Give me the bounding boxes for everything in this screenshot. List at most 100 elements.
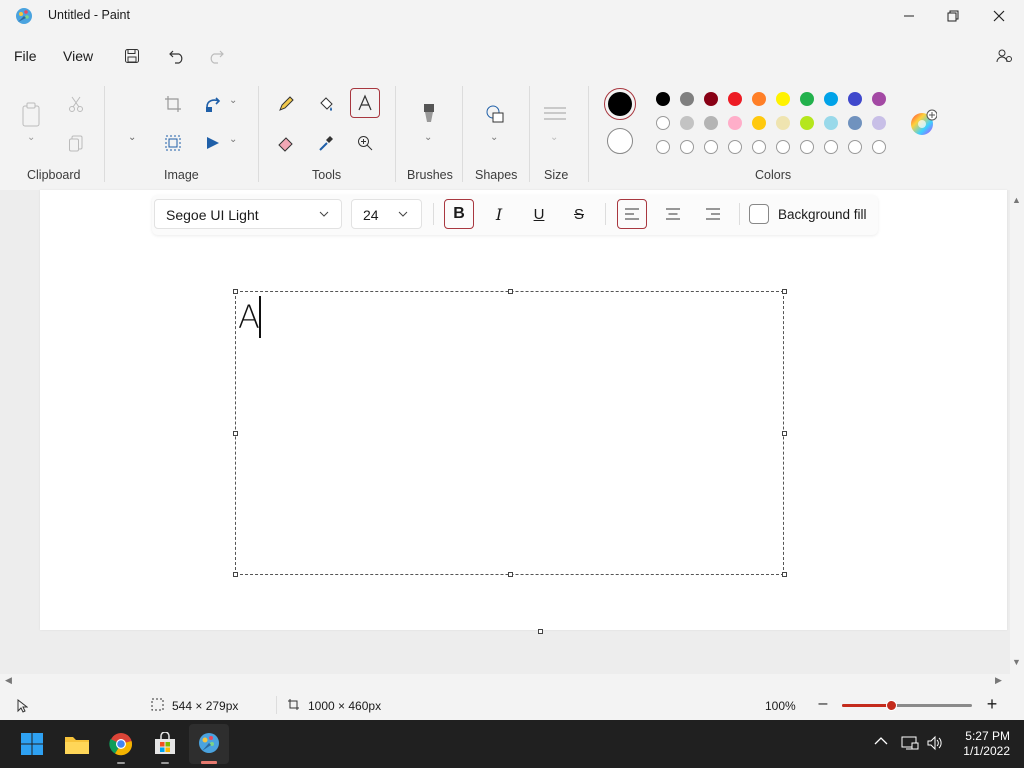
scroll-right-icon[interactable]: ▶ bbox=[995, 675, 1002, 686]
flip-dropdown-icon[interactable]: ⌄ bbox=[229, 134, 237, 145]
color-swatch[interactable] bbox=[824, 92, 838, 106]
resize-dropdown-icon[interactable]: ⌄ bbox=[229, 95, 237, 106]
shapes-button[interactable] bbox=[480, 99, 510, 129]
brushes-dropdown-icon[interactable]: ⌄ bbox=[424, 132, 432, 143]
size-button[interactable] bbox=[540, 99, 570, 129]
paint-taskbar-button[interactable] bbox=[189, 724, 229, 764]
custom-color-slot[interactable] bbox=[872, 140, 886, 154]
background-fill-checkbox[interactable] bbox=[749, 204, 769, 224]
restore-button[interactable] bbox=[930, 0, 976, 32]
text-box-selection[interactable] bbox=[235, 291, 784, 575]
color-swatch[interactable] bbox=[872, 92, 886, 106]
zoom-slider-track[interactable] bbox=[842, 700, 972, 711]
file-explorer-button[interactable] bbox=[61, 728, 93, 760]
color-swatch[interactable] bbox=[680, 116, 694, 130]
zoom-out-button[interactable]: – bbox=[814, 696, 832, 714]
color-swatch[interactable] bbox=[752, 92, 766, 106]
clock[interactable]: 5:27 PM 1/1/2022 bbox=[963, 729, 1010, 759]
color-swatch[interactable] bbox=[728, 116, 742, 130]
custom-color-slot[interactable] bbox=[848, 140, 862, 154]
resize-handle[interactable] bbox=[233, 289, 238, 294]
pencil-tool[interactable] bbox=[271, 89, 301, 119]
size-dropdown-icon[interactable]: ⌄ bbox=[550, 132, 558, 143]
color-swatch[interactable] bbox=[848, 116, 862, 130]
align-right-button[interactable] bbox=[698, 199, 728, 229]
canvas-resize-handle[interactable] bbox=[538, 629, 543, 634]
flip-button[interactable] bbox=[198, 128, 228, 158]
store-button[interactable] bbox=[149, 728, 181, 760]
resize-button[interactable] bbox=[198, 89, 228, 119]
resize-handle[interactable] bbox=[782, 572, 787, 577]
scroll-left-icon[interactable]: ◀ bbox=[5, 675, 12, 686]
color-swatch[interactable] bbox=[776, 116, 790, 130]
align-left-button[interactable] bbox=[617, 199, 647, 229]
redo-button[interactable] bbox=[202, 42, 230, 70]
scroll-down-icon[interactable]: ▼ bbox=[1012, 657, 1021, 667]
scroll-up-icon[interactable]: ▲ bbox=[1012, 195, 1021, 205]
color-swatch[interactable] bbox=[680, 92, 694, 106]
volume-icon[interactable] bbox=[926, 735, 944, 751]
magnifier-tool[interactable] bbox=[350, 128, 380, 158]
crop-button[interactable] bbox=[158, 89, 188, 119]
close-button[interactable] bbox=[976, 0, 1022, 32]
text-tool[interactable] bbox=[350, 88, 380, 118]
view-menu[interactable]: View bbox=[63, 48, 93, 64]
color-swatch[interactable] bbox=[824, 116, 838, 130]
network-icon[interactable] bbox=[901, 735, 919, 751]
custom-color-slot[interactable] bbox=[800, 140, 814, 154]
bold-button[interactable]: B bbox=[444, 199, 474, 229]
underline-button[interactable]: U bbox=[524, 199, 554, 229]
color-swatch[interactable] bbox=[752, 116, 766, 130]
chrome-button[interactable] bbox=[105, 728, 137, 760]
resize-handle[interactable] bbox=[508, 289, 513, 294]
paste-dropdown-icon[interactable]: ⌄ bbox=[27, 132, 35, 143]
color-swatch[interactable] bbox=[728, 92, 742, 106]
custom-color-slot[interactable] bbox=[824, 140, 838, 154]
start-button[interactable] bbox=[16, 728, 48, 760]
color-swatch[interactable] bbox=[656, 92, 670, 106]
zoom-slider-thumb[interactable] bbox=[886, 700, 898, 711]
image-select-button[interactable] bbox=[158, 128, 188, 158]
color-swatch[interactable] bbox=[800, 116, 814, 130]
file-menu[interactable]: File bbox=[14, 48, 37, 64]
custom-color-slot[interactable] bbox=[728, 140, 742, 154]
color-swatch[interactable] bbox=[872, 116, 886, 130]
secondary-color-swatch[interactable] bbox=[607, 128, 633, 154]
color-swatch[interactable] bbox=[704, 116, 718, 130]
primary-color-swatch[interactable] bbox=[604, 88, 636, 120]
color-swatch[interactable] bbox=[848, 92, 862, 106]
align-center-button[interactable] bbox=[658, 199, 688, 229]
minimize-button[interactable] bbox=[886, 0, 932, 32]
brushes-button[interactable] bbox=[414, 99, 444, 129]
color-swatch[interactable] bbox=[704, 92, 718, 106]
chevron-up-icon[interactable] bbox=[874, 735, 888, 749]
custom-color-slot[interactable] bbox=[656, 140, 670, 154]
color-swatch[interactable] bbox=[800, 92, 814, 106]
color-swatch[interactable] bbox=[776, 92, 790, 106]
custom-color-slot[interactable] bbox=[680, 140, 694, 154]
fill-tool[interactable] bbox=[311, 89, 341, 119]
custom-color-slot[interactable] bbox=[704, 140, 718, 154]
font-family-dropdown[interactable]: Segoe UI Light bbox=[154, 199, 342, 229]
shapes-dropdown-icon[interactable]: ⌄ bbox=[490, 132, 498, 143]
paste-button[interactable] bbox=[17, 100, 47, 130]
zoom-in-button[interactable]: + bbox=[983, 694, 1001, 714]
undo-button[interactable] bbox=[163, 42, 191, 70]
copy-button[interactable] bbox=[61, 128, 91, 158]
resize-handle[interactable] bbox=[233, 431, 238, 436]
select-dropdown-icon[interactable]: ⌄ bbox=[128, 132, 136, 143]
save-button[interactable] bbox=[118, 42, 146, 70]
custom-color-slot[interactable] bbox=[776, 140, 790, 154]
color-swatch[interactable] bbox=[656, 116, 670, 130]
italic-button[interactable]: I bbox=[484, 199, 514, 229]
settings-button[interactable] bbox=[990, 42, 1018, 70]
strikethrough-button[interactable]: S bbox=[564, 199, 594, 229]
cut-button[interactable] bbox=[61, 89, 91, 119]
resize-handle[interactable] bbox=[233, 572, 238, 577]
resize-handle[interactable] bbox=[508, 572, 513, 577]
eraser-tool[interactable] bbox=[271, 128, 301, 158]
edit-colors-button[interactable] bbox=[908, 108, 938, 138]
color-picker-tool[interactable] bbox=[311, 128, 341, 158]
font-size-dropdown[interactable]: 24 bbox=[351, 199, 422, 229]
custom-color-slot[interactable] bbox=[752, 140, 766, 154]
